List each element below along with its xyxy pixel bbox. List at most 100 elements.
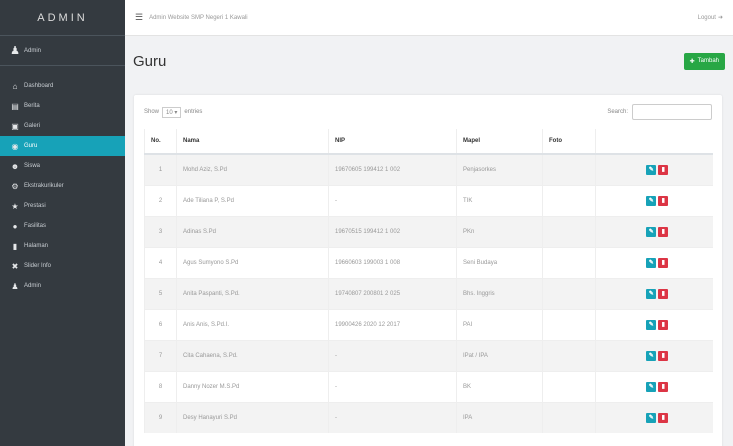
logout-label: Logout	[697, 14, 716, 21]
add-button-label: Tambah	[697, 58, 719, 64]
table-card: Show 10 ▾ entries Search: No. Nama NIP M…	[134, 95, 722, 446]
col-mapel[interactable]: Mapel	[456, 129, 543, 155]
entries-label: entries	[184, 109, 203, 115]
delete-button[interactable]: ▮	[658, 381, 669, 392]
cell-foto	[542, 339, 596, 371]
table-header-row: No. Nama NIP Mapel Foto	[144, 129, 713, 155]
delete-button[interactable]: ▮	[658, 412, 669, 423]
cell-actions: ✎ ▮	[595, 308, 713, 340]
brand-logo[interactable]: ADMIN	[0, 0, 125, 36]
cell-actions: ✎ ▮	[595, 339, 713, 371]
col-no[interactable]: No.	[144, 129, 177, 155]
sidebar-item-guru[interactable]: ◉ Guru	[0, 136, 125, 156]
teacher-table: No. Nama NIP Mapel Foto 1 Mohd Aziz, S.Pd…	[144, 129, 713, 433]
menu-icon[interactable]: ☰	[135, 12, 143, 23]
home-icon: ⌂	[12, 81, 18, 91]
cell-foto	[542, 277, 596, 309]
cell-nip: 19670605 199412 1 002	[328, 153, 457, 185]
trash-icon: ▮	[661, 167, 665, 174]
search-label: Search:	[607, 109, 628, 115]
sidebar-item-label: Dashboard	[24, 83, 54, 89]
table-row: 9 Desy Hanayuri S.Pd - IPA ✎ ▮	[144, 401, 713, 433]
delete-button[interactable]: ▮	[658, 257, 669, 268]
trash-icon: ▮	[661, 322, 665, 328]
sidebar-item-siswa[interactable]: ☻ Siswa	[0, 156, 125, 176]
sidebar-user-label: Admin	[24, 47, 42, 54]
sidebar-item-label: Siswa	[24, 163, 41, 169]
sidebar-item-halaman[interactable]: ▮ Halaman	[0, 236, 125, 256]
pencil-icon: ✎	[648, 384, 654, 390]
sidebar-item-prestasi[interactable]: ★ Prestasi	[0, 196, 125, 216]
gear-icon: ⚙	[11, 181, 19, 191]
cell-nama: Mohd Aziz, S.Pd	[176, 153, 329, 185]
teacher-icon: ◉	[11, 141, 19, 151]
table-row: 1 Mohd Aziz, S.Pd 19670605 199412 1 002 Pen…	[144, 153, 713, 185]
edit-button[interactable]: ✎	[646, 195, 657, 206]
edit-button[interactable]: ✎	[646, 257, 657, 268]
table-row: 8 Danny Nozer M.S.Pd - BK ✎ ▮	[144, 370, 713, 402]
user-icon: ♟	[10, 45, 20, 57]
delete-button[interactable]: ▮	[658, 195, 669, 206]
sidebar-item-dashboard[interactable]: ⌂ Dashboard	[0, 76, 125, 96]
table-row: 7 Cita Cahaena, S.Pd. - IPat / IPA ✎ ▮	[144, 339, 713, 371]
sidebar-item-berita[interactable]: ▤ Berita	[0, 96, 125, 116]
cell-mapel: PAI	[456, 308, 543, 340]
sidebar-item-slider-info[interactable]: ✖ Slider Info	[0, 256, 125, 276]
cell-nama: Anis Anis, S.Pd.I.	[176, 308, 329, 340]
cell-nama: Agus Sumyono S.Pd	[176, 246, 329, 278]
sidebar-item-label: Ekstrakurikuler	[24, 183, 64, 189]
site-title: Admin Website SMP Negeri 1 Kawali	[149, 14, 248, 21]
search-input[interactable]	[632, 104, 712, 120]
table-row: 4 Agus Sumyono S.Pd 19660603 199003 1 008 S…	[144, 246, 713, 278]
add-button[interactable]: ✚ Tambah	[683, 52, 725, 70]
image-icon: ▣	[11, 121, 19, 131]
sidebar-item-label: Galeri	[24, 123, 41, 129]
logout-link[interactable]: Logout ➜	[697, 14, 723, 22]
cell-nip: 19900426 2020 12 2017	[328, 308, 457, 340]
col-actions	[595, 129, 713, 155]
sidebar-item-fasilitas[interactable]: ● Fasilitas	[0, 216, 125, 236]
sidebar-user[interactable]: ♟ Admin	[0, 36, 125, 66]
search-group: Search:	[607, 104, 712, 120]
delete-button[interactable]: ▮	[658, 164, 669, 175]
cell-nama: Danny Nozer M.S.Pd	[176, 370, 329, 402]
delete-button[interactable]: ▮	[658, 288, 669, 299]
delete-button[interactable]: ▮	[658, 226, 669, 237]
chevron-down-icon: ▾	[174, 109, 178, 116]
edit-button[interactable]: ✎	[646, 288, 657, 299]
sidebar-item-admin[interactable]: ♟ Admin	[0, 276, 125, 296]
cell-no: 6	[144, 308, 177, 340]
cell-actions: ✎ ▮	[595, 153, 713, 185]
cell-no: 7	[144, 339, 177, 371]
edit-button[interactable]: ✎	[646, 412, 657, 423]
pencil-icon: ✎	[648, 353, 654, 359]
trash-icon: ▮	[661, 353, 665, 359]
sidebar-item-label: Fasilitas	[24, 223, 47, 229]
cell-actions: ✎ ▮	[595, 277, 713, 309]
edit-button[interactable]: ✎	[646, 164, 657, 175]
col-nip[interactable]: NIP	[328, 129, 457, 155]
delete-button[interactable]: ▮	[658, 319, 669, 330]
pencil-icon: ✎	[648, 322, 654, 328]
cell-mapel: BK	[456, 370, 543, 402]
sidebar-item-ekstrakurikuler[interactable]: ⚙ Ekstrakurikuler	[0, 176, 125, 196]
cell-no: 5	[144, 277, 177, 309]
cell-no: 9	[144, 401, 177, 433]
col-foto[interactable]: Foto	[542, 129, 596, 155]
edit-button[interactable]: ✎	[646, 319, 657, 330]
entries-select[interactable]: 10 ▾	[162, 106, 182, 118]
table-controls: Show 10 ▾ entries Search:	[134, 95, 722, 129]
cell-nama: Desy Hanayuri S.Pd	[176, 401, 329, 433]
cell-mapel: Penjasorkes	[456, 153, 543, 185]
sidebar-item-galeri[interactable]: ▣ Galeri	[0, 116, 125, 136]
delete-button[interactable]: ▮	[658, 350, 669, 361]
edit-button[interactable]: ✎	[646, 226, 657, 237]
plus-icon: ✚	[689, 58, 695, 65]
cell-nip: -	[328, 370, 457, 402]
cell-no: 1	[144, 153, 177, 185]
trash-icon: ▮	[661, 260, 665, 266]
cell-actions: ✎ ▮	[595, 401, 713, 433]
col-nama[interactable]: Nama	[176, 129, 329, 155]
edit-button[interactable]: ✎	[646, 381, 657, 392]
edit-button[interactable]: ✎	[646, 350, 657, 361]
